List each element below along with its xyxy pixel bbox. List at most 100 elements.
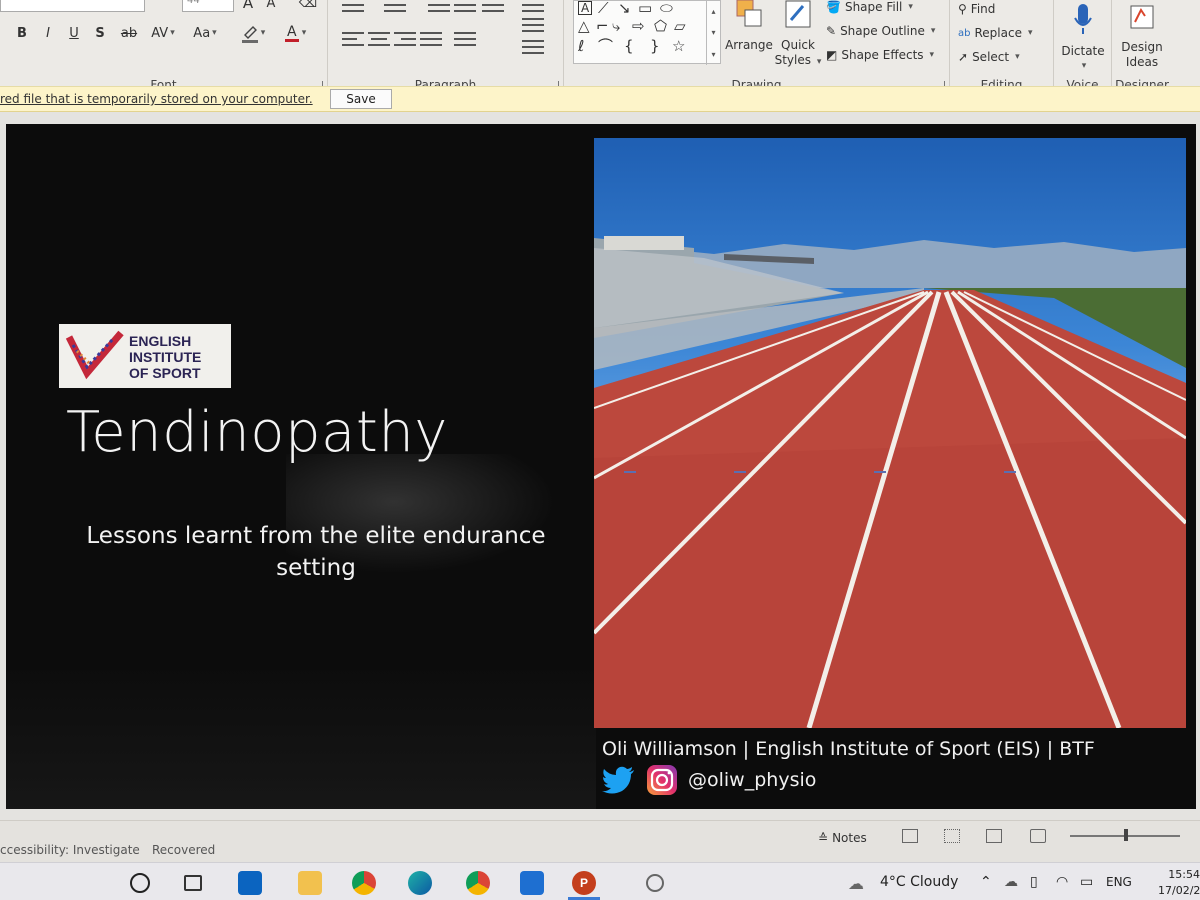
slide-subtitle[interactable]: Lessons learnt from the elite endurance … — [36, 520, 596, 584]
font-size-box[interactable]: 44 — [182, 0, 234, 12]
shape-effects-icon: ◩ — [826, 48, 838, 62]
smartart-button[interactable] — [522, 40, 544, 54]
numbering-button[interactable] — [384, 0, 406, 12]
slide[interactable]: ENGLISH INSTITUTE OF SPORT Tendinopathy … — [6, 124, 1196, 809]
eis-logo-text: ENGLISH INSTITUTE OF SPORT — [129, 333, 202, 381]
gallery-scroll[interactable]: ▴ ▾ ▾ — [706, 1, 720, 65]
font-name-box[interactable] — [0, 0, 145, 12]
highlight-button[interactable]: ▾ — [238, 22, 268, 44]
dictate-button[interactable]: Dictate ▾ — [1056, 2, 1110, 74]
increase-indent-button[interactable] — [454, 0, 476, 12]
chrome-icon[interactable] — [352, 871, 376, 895]
save-button[interactable]: Save — [330, 89, 392, 109]
shape-effects-button[interactable]: ◩ Shape Effects ▾ — [826, 48, 934, 62]
elbow-connector-icon[interactable]: ⌐ — [596, 19, 609, 34]
replace-button[interactable]: ab Replace ▾ — [958, 26, 1032, 40]
wifi-icon[interactable]: ◠ — [1056, 874, 1068, 890]
powerpoint-icon[interactable]: P — [572, 871, 596, 895]
message-text[interactable]: red file that is temporarily stored on y… — [0, 92, 313, 106]
battery-icon[interactable]: ▭ — [1080, 874, 1093, 890]
running-track-photo[interactable] — [594, 138, 1186, 728]
design-ideas-label-2: Ideas — [1125, 55, 1159, 69]
select-button[interactable]: ➚ Select ▾ — [958, 50, 1020, 64]
flowchart-shape-icon[interactable]: ▱ — [674, 19, 686, 34]
onedrive-icon[interactable]: ☁ — [1004, 874, 1018, 890]
triangle-shape-icon[interactable]: △ — [578, 19, 590, 34]
mail-icon[interactable] — [520, 871, 544, 895]
freeform-shape-icon[interactable]: ℓ — [578, 39, 584, 54]
brace-shape-icon[interactable]: ⌒ — [598, 39, 613, 54]
normal-view-button[interactable] — [902, 829, 918, 843]
bold-button[interactable]: B — [14, 24, 30, 42]
battery-status-icon[interactable]: ▯ — [1030, 874, 1038, 890]
search-icon[interactable] — [130, 873, 150, 893]
language-indicator[interactable]: ENG — [1106, 875, 1132, 889]
grow-font-button[interactable]: A — [238, 0, 258, 12]
star-shape-icon[interactable]: ☆ — [672, 39, 685, 54]
presenter-credit[interactable]: Oli Williamson | English Institute of Sp… — [602, 738, 1095, 760]
block-arrow-icon[interactable]: ⇨ — [632, 19, 645, 34]
chrome-profile-icon[interactable] — [466, 871, 490, 895]
shapes-gallery[interactable]: A ⟋ ↘ ▭ ⬭ △ ⌐ ⤷ ⇨ ⬠ ▱ ℓ ⌒ { } ☆ ▴ ▾ ▾ — [573, 0, 721, 65]
shrink-font-button[interactable]: A — [262, 0, 280, 11]
align-center-button[interactable] — [368, 32, 390, 46]
pencil-icon: ✎ — [826, 24, 837, 38]
chevron-down-icon: ▾ — [908, 2, 913, 12]
slide-sorter-button[interactable] — [944, 829, 960, 843]
character-spacing-button[interactable]: AV ▾ — [146, 24, 180, 42]
task-view-icon[interactable] — [184, 875, 202, 891]
italic-button[interactable]: I — [40, 24, 56, 42]
microphone-icon — [1074, 4, 1092, 34]
find-button[interactable]: ⚲ Find — [958, 2, 995, 16]
justify-button[interactable] — [420, 32, 442, 46]
shape-outline-label: Shape Outline — [840, 24, 925, 38]
design-ideas-button[interactable]: Design Ideas — [1114, 2, 1170, 70]
slideshow-button[interactable] — [1030, 829, 1046, 843]
chevron-up-icon[interactable]: ⌃ — [980, 874, 992, 890]
notes-button[interactable]: ≙ Notes — [818, 831, 867, 845]
rectangle-shape-icon[interactable]: ▭ — [638, 1, 652, 16]
underline-button[interactable]: U — [66, 24, 82, 42]
outlook-icon[interactable] — [238, 871, 262, 895]
line-shape-icon[interactable]: ⟋ — [598, 1, 609, 16]
textbox-shape-icon[interactable]: A — [578, 1, 593, 15]
social-handles: @oliw_physio — [602, 764, 816, 796]
quick-styles-button[interactable]: Quick Styles ▾ — [774, 0, 822, 70]
oval-shape-icon[interactable]: ⬭ — [660, 1, 673, 16]
snipping-tool-icon[interactable] — [646, 874, 664, 892]
decrease-indent-button[interactable] — [428, 0, 450, 12]
arrange-button[interactable]: Arrange — [724, 0, 774, 53]
right-bracket-icon[interactable]: } — [650, 39, 660, 54]
chevron-down-icon: ▾ — [929, 50, 935, 60]
social-handle[interactable]: @oliw_physio — [688, 769, 816, 791]
text-direction-button[interactable] — [522, 0, 544, 12]
pentagon-shape-icon[interactable]: ⬠ — [654, 19, 667, 34]
clock[interactable]: 15:54 17/02/2022 — [1158, 867, 1200, 899]
edge-icon[interactable] — [408, 871, 432, 895]
accessibility-status[interactable]: ccessibility: Investigate — [0, 843, 140, 857]
file-explorer-icon[interactable] — [298, 871, 322, 895]
align-right-button[interactable] — [394, 32, 416, 46]
clear-format-button[interactable]: ⌫ — [298, 0, 318, 11]
shape-outline-button[interactable]: ✎ Shape Outline ▾ — [826, 24, 935, 38]
shape-fill-button[interactable]: 🪣 Shape Fill ▾ — [826, 0, 913, 14]
zoom-slider-thumb[interactable] — [1124, 829, 1128, 841]
bullets-button[interactable] — [342, 0, 364, 12]
reading-view-button[interactable] — [986, 829, 1002, 843]
font-color-button[interactable]: A ▾ — [280, 22, 310, 44]
left-bracket-icon[interactable]: { — [624, 39, 634, 54]
chevron-down-icon: ▾ — [212, 28, 217, 38]
line-spacing-button[interactable] — [482, 0, 504, 12]
weather-icon[interactable]: ☁ — [848, 874, 864, 893]
curved-connector-icon[interactable]: ⤷ — [612, 19, 620, 34]
align-left-button[interactable] — [342, 32, 364, 46]
strikethrough-button[interactable]: ab — [118, 24, 140, 42]
columns-button[interactable] — [454, 32, 476, 46]
change-case-button[interactable]: Aa ▾ — [188, 24, 222, 42]
arrow-shape-icon[interactable]: ↘ — [618, 1, 631, 16]
slide-title[interactable]: Tendinopathy — [66, 400, 448, 465]
design-ideas-icon — [1130, 5, 1154, 29]
align-text-button[interactable] — [522, 18, 544, 32]
weather-status[interactable]: 4°C Cloudy — [880, 874, 958, 890]
shadow-button[interactable]: S — [92, 24, 108, 42]
